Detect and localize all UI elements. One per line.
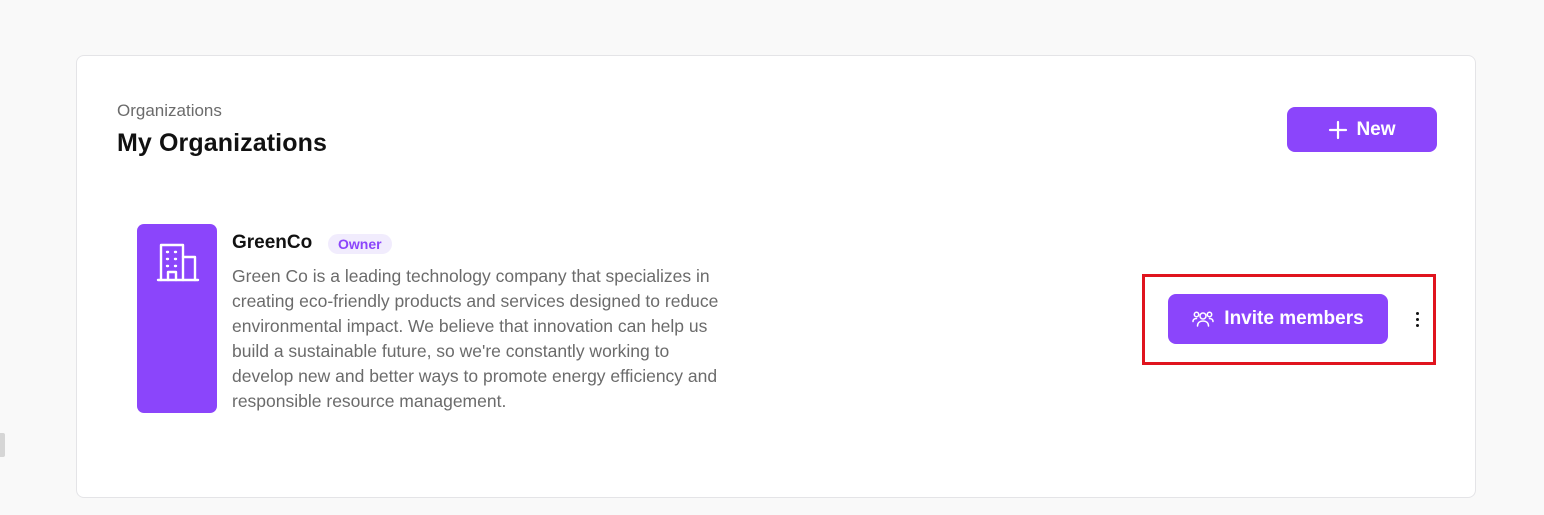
organization-list-item: GreenCo Owner Green Co is a leading tech… [137,224,1419,414]
role-badge: Owner [328,234,392,254]
more-dot [1415,311,1419,315]
building-icon [155,242,201,287]
breadcrumb[interactable]: Organizations [117,101,222,121]
organization-description: Green Co is a leading technology company… [232,266,719,411]
more-dot [1415,317,1419,321]
organizations-card: Organizations My Organizations New Green… [76,55,1476,498]
organization-logo [137,224,217,413]
invite-members-label: Invite members [1224,308,1364,329]
more-dot [1415,323,1419,327]
new-button-label: New [1356,118,1396,140]
more-vertical-icon[interactable] [1405,308,1429,330]
organization-name[interactable]: GreenCo [232,232,312,254]
scrollbar-thumb[interactable] [0,433,5,457]
plus-icon [1328,120,1348,140]
new-organization-button[interactable]: New [1287,107,1437,152]
invite-members-button[interactable]: Invite members [1168,294,1388,344]
users-icon [1192,310,1215,328]
page-title: My Organizations [117,129,327,157]
